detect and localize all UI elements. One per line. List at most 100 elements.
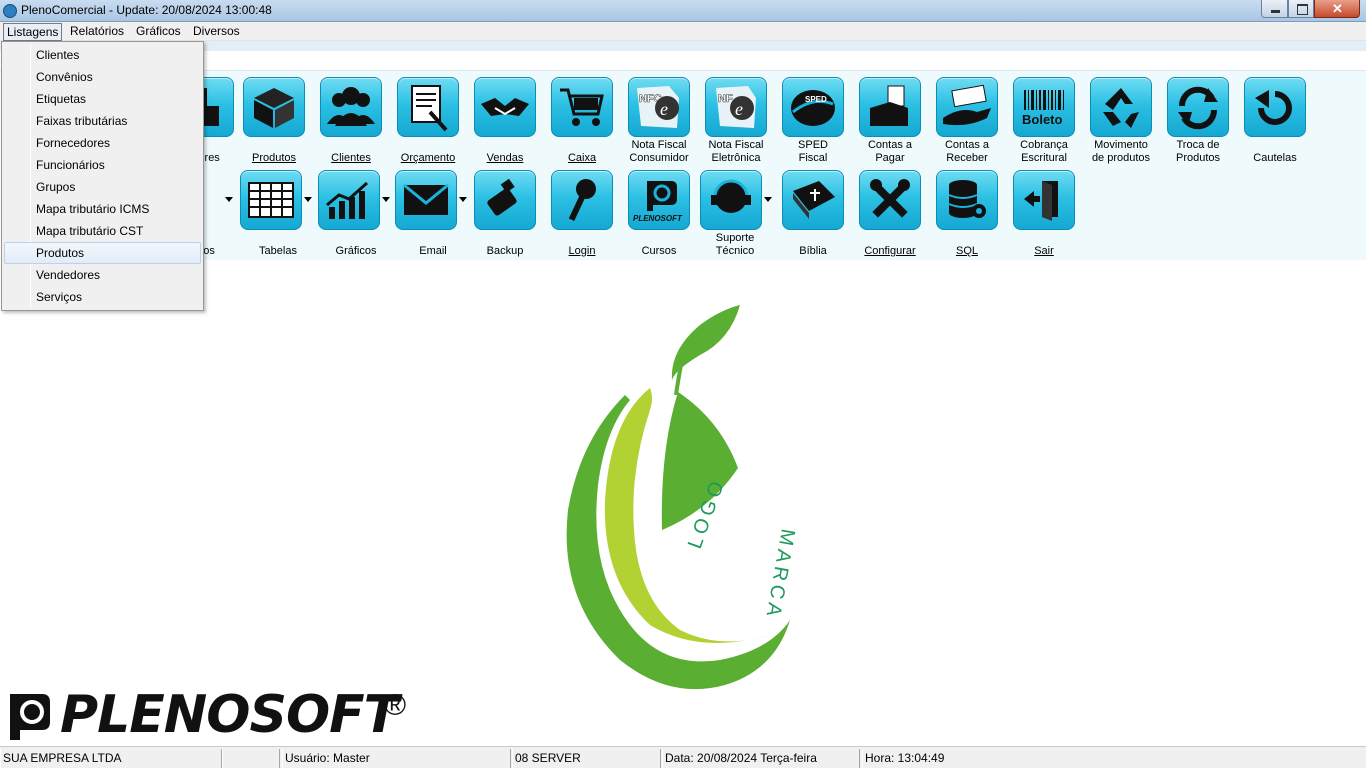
toolbar-caixa-button[interactable]: Caixa	[544, 77, 620, 167]
toolbar-tabelas-button[interactable]: Tabelas	[240, 170, 316, 260]
logo-marca-image: LOGO MARCA	[566, 305, 799, 690]
svg-text:Boleto: Boleto	[1022, 112, 1063, 127]
barcode-icon: Boleto	[1013, 77, 1075, 137]
toolbar-label: SPED Fiscal	[798, 139, 828, 164]
recycle-icon	[1090, 77, 1152, 137]
bible-icon	[782, 170, 844, 230]
toolbar-cursos-button[interactable]: PLENOSOFT Cursos	[621, 170, 697, 260]
toolbar-label: Suporte Técnico	[715, 232, 755, 257]
status-company: SUA EMPRESA LTDA	[0, 749, 222, 768]
toolbar-contas-receber-button[interactable]: Contas a Receber	[929, 77, 1005, 167]
toolbar-produtos-button[interactable]: Produtos	[236, 77, 312, 167]
toolbar-biblia-button[interactable]: Bíblia	[775, 170, 851, 260]
status-user: Usuário: Master	[282, 749, 511, 768]
tools-icon	[859, 170, 921, 230]
status-bar: SUA EMPRESA LTDA Usuário: Master 08 SERV…	[0, 746, 1366, 768]
menu-graficos[interactable]: Gráficos	[133, 23, 184, 41]
toolbar-label: Nota Fiscal Consumidor	[629, 139, 689, 164]
svg-text:e: e	[735, 99, 743, 119]
cart-icon	[551, 77, 613, 137]
toolbar-suporte-button[interactable]: Suporte Técnico	[700, 170, 776, 260]
svg-text:SPED: SPED	[805, 95, 827, 104]
toolbar-label: Troca de Produtos	[1175, 139, 1221, 164]
menu-item-produtos[interactable]: Produtos	[4, 242, 201, 264]
plenosoft-icon: PLENOSOFT	[628, 170, 690, 230]
toolbar-movimento-button[interactable]: Movimento de produtos	[1083, 77, 1159, 167]
undo-icon	[1244, 77, 1306, 137]
chevron-down-icon[interactable]	[764, 197, 772, 202]
menu-item-funcionarios[interactable]: Funcionários	[4, 154, 201, 176]
svg-text:PLENOSOFT: PLENOSOFT	[633, 214, 683, 223]
toolbar-email-button[interactable]: Email	[395, 170, 471, 260]
registered-mark: ®	[384, 689, 407, 722]
sped-icon: SPED	[782, 77, 844, 137]
menu-item-mapa-icms[interactable]: Mapa tributário ICMS	[4, 198, 201, 220]
toolbar-orcamento-button[interactable]: Orçamento	[390, 77, 466, 167]
chevron-down-icon[interactable]	[225, 197, 233, 202]
top-panel	[0, 51, 1366, 71]
minimize-button[interactable]	[1261, 0, 1288, 18]
toolbar-cautelas-button[interactable]: Cautelas	[1237, 77, 1313, 167]
menu-bar: Listagens Relatórios Gráficos Diversos	[0, 22, 1366, 41]
listagens-dropdown-menu: Clientes Convênios Etiquetas Faixas trib…	[1, 41, 204, 311]
toolbar-configurar-button[interactable]: Configurar	[852, 170, 928, 260]
toolbar-label: Cobrança Escritural	[1020, 139, 1068, 164]
logo-word-2: MARCA	[761, 527, 799, 622]
menu-item-clientes[interactable]: Clientes	[4, 44, 201, 66]
status-empty	[222, 749, 280, 768]
title-bar: PlenoComercial - Update: 20/08/2024 13:0…	[0, 0, 1366, 22]
svg-text:e: e	[660, 99, 668, 119]
plenosoft-brand: PLENOSOFT ®	[4, 687, 414, 744]
menu-relatorios[interactable]: Relatórios	[67, 23, 127, 41]
menu-item-grupos[interactable]: Grupos	[4, 176, 201, 198]
toolbar-label: Contas a Receber	[944, 139, 990, 164]
status-server: 08 SERVER	[512, 749, 661, 768]
menu-item-mapa-cst[interactable]: Mapa tributário CST	[4, 220, 201, 242]
toolbar-vendas-button[interactable]: Vendas	[467, 77, 543, 167]
menu-listagens[interactable]: Listagens	[3, 23, 63, 41]
chevron-down-icon[interactable]	[382, 197, 390, 202]
toolbar-label: Movimento de produtos	[1091, 139, 1151, 164]
menu-item-faixas-tributarias[interactable]: Faixas tributárias	[4, 110, 201, 132]
top-strip	[0, 41, 1366, 51]
usb-icon	[474, 170, 536, 230]
nfce-icon: NFC e	[628, 77, 690, 137]
toolbar-nfce-button[interactable]: NFC e Nota Fiscal Consumidor	[621, 77, 697, 167]
close-button[interactable]	[1314, 0, 1360, 18]
menu-diversos[interactable]: Diversos	[190, 23, 243, 41]
table-icon	[240, 170, 302, 230]
plenosoft-logo-icon	[10, 694, 50, 740]
key-icon	[551, 170, 613, 230]
chevron-down-icon[interactable]	[304, 197, 312, 202]
menu-item-servicos[interactable]: Serviços	[4, 286, 201, 308]
toolbar-contas-pagar-button[interactable]: Contas a Pagar	[852, 77, 928, 167]
toolbar-sql-button[interactable]: SQL	[929, 170, 1005, 260]
toolbar-login-button[interactable]: Login	[544, 170, 620, 260]
toolbar: edores Produtos Clientes Orçamento Venda…	[138, 71, 1366, 260]
toolbar-sair-button[interactable]: Sair	[1006, 170, 1082, 260]
chart-icon	[318, 170, 380, 230]
swap-icon	[1167, 77, 1229, 137]
toolbar-sped-button[interactable]: SPED SPED Fiscal	[775, 77, 851, 167]
chevron-down-icon[interactable]	[459, 197, 467, 202]
menu-item-convenios[interactable]: Convênios	[4, 66, 201, 88]
mail-icon	[395, 170, 457, 230]
nfe-icon: NF e	[705, 77, 767, 137]
menu-item-fornecedores[interactable]: Fornecedores	[4, 132, 201, 154]
people-icon	[320, 77, 382, 137]
support-icon	[700, 170, 762, 230]
toolbar-nfe-button[interactable]: NF e Nota Fiscal Eletrônica	[698, 77, 774, 167]
app-icon	[3, 4, 17, 18]
toolbar-troca-button[interactable]: Troca de Produtos	[1160, 77, 1236, 167]
maximize-button[interactable]	[1288, 0, 1314, 18]
toolbar-backup-button[interactable]: Backup	[467, 170, 543, 260]
menu-item-etiquetas[interactable]: Etiquetas	[4, 88, 201, 110]
toolbar-graficos-button[interactable]: Gráficos	[318, 170, 394, 260]
menu-item-vendedores[interactable]: Vendedores	[4, 264, 201, 286]
toolbar-label: Nota Fiscal Eletrônica	[708, 139, 764, 164]
toolbar-clientes-button[interactable]: Clientes	[313, 77, 389, 167]
toolbar-cobranca-button[interactable]: Boleto Cobrança Escritural	[1006, 77, 1082, 167]
handshake-icon	[474, 77, 536, 137]
quote-icon	[397, 77, 459, 137]
receive-icon	[936, 77, 998, 137]
